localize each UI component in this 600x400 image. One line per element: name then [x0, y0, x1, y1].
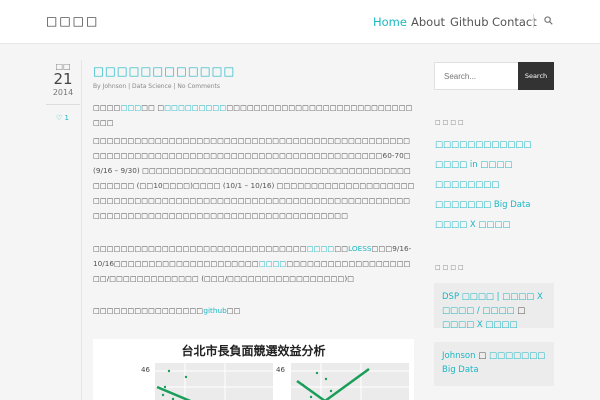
comment-author-link[interactable]: DSP □□□□ | □□□□ X □□□□ / □□□□	[442, 292, 543, 316]
recent-comments-title: □□□□	[435, 264, 466, 271]
post-date: □□ 21 2014	[46, 62, 80, 97]
nav-contact[interactable]: Contact	[492, 15, 537, 29]
nav-divider	[533, 14, 534, 28]
inline-link[interactable]: □□□□	[307, 244, 335, 253]
like-button[interactable]: ♡ 1	[56, 114, 69, 122]
post-paragraph-3: □□□□□□□□□□□□□□□□□□□□□□□□□□□□□□□□□□□□□LOE…	[93, 241, 415, 286]
site-header: □□□□ Home About Github Contact	[0, 0, 600, 44]
inline-link[interactable]: □□□	[121, 103, 142, 112]
inline-link[interactable]: □□□□	[259, 259, 287, 268]
post-divider-line	[81, 60, 82, 400]
recent-post-link[interactable]: □□□□□□□□□□□□	[435, 140, 531, 150]
chart-left-plot	[155, 363, 273, 400]
text-span: □□□□	[93, 103, 121, 112]
text-span: □□	[334, 244, 349, 253]
post-paragraph-4: □□□□□□□□□□□□□□□□github□□	[93, 303, 415, 318]
comment-post-link[interactable]: □□□□ X □□□□	[442, 320, 517, 330]
post-paragraph-2: □□□□□□□□□□□□□□□□□□□□□□□□□□□□□□□□□□□□□□□□…	[93, 136, 415, 220]
comment-separator-text: □	[517, 306, 526, 316]
github-link[interactable]: github	[203, 306, 226, 315]
nav-github[interactable]: Github	[450, 15, 489, 29]
recent-posts-title: □□□□	[435, 119, 466, 126]
search-icon[interactable]	[544, 16, 553, 25]
post-date-day: 21	[53, 70, 73, 88]
chart-left-y-label: 46	[141, 366, 150, 374]
heart-icon: ♡	[56, 114, 63, 122]
inline-link[interactable]: □□□□□□□□□	[164, 103, 226, 112]
loess-link[interactable]: LOESS	[348, 244, 371, 253]
text-span: □□□□□□□□□□□□□□□□	[93, 306, 204, 315]
post-meta: By Johnson | Data Science | No Comments	[93, 83, 220, 90]
comment-author-link[interactable]: Johnson	[442, 351, 476, 361]
text-span: □□ □	[141, 103, 165, 112]
post-chart-image: 台北市長負面競選效益分析 46 46	[93, 339, 414, 400]
like-count: 1	[64, 114, 69, 122]
recent-post-link[interactable]: □□□□□□□□	[435, 180, 499, 190]
chart-panel-right	[291, 363, 409, 400]
nav-about[interactable]: About	[411, 15, 445, 29]
chart-panel-left	[155, 363, 273, 400]
comment-separator-text: □	[478, 351, 487, 361]
recent-comment-item: DSP □□□□ | □□□□ X □□□□ / □□□□ □ □□□□ X □…	[434, 283, 554, 330]
post-title[interactable]: □□□□□□□□□□□□	[93, 64, 235, 78]
post-date-year: 2014	[52, 88, 74, 97]
recent-post-link[interactable]: □□□□ X □□□□	[435, 220, 510, 230]
text-span: □□	[226, 306, 241, 315]
recent-post-link[interactable]: □□□□□□□ Big Data	[435, 200, 531, 210]
chart-right-plot	[291, 363, 409, 400]
chart-right-y-label: 46	[276, 366, 285, 374]
site-logo[interactable]: □□□□	[46, 14, 99, 28]
post-paragraph-1: □□□□□□□□□ □□□□□□□□□□□□□□□□□□□□□□□□□□□□□□…	[93, 100, 415, 130]
recent-comment-item: Johnson □ □□□□□□□ Big Data	[434, 342, 554, 386]
text-span: □□□□□□□□□□□□□□□□□□□□□□□□□□□□□□□	[93, 244, 307, 253]
recent-post-link[interactable]: □□□□ in □□□□	[435, 160, 512, 170]
date-divider	[46, 104, 80, 105]
chart-title: 台北市長負面競選效益分析	[181, 344, 326, 358]
sidebar-search-input[interactable]	[434, 62, 519, 90]
nav-home[interactable]: Home	[373, 15, 407, 29]
sidebar-search-button[interactable]: Search	[518, 62, 554, 90]
